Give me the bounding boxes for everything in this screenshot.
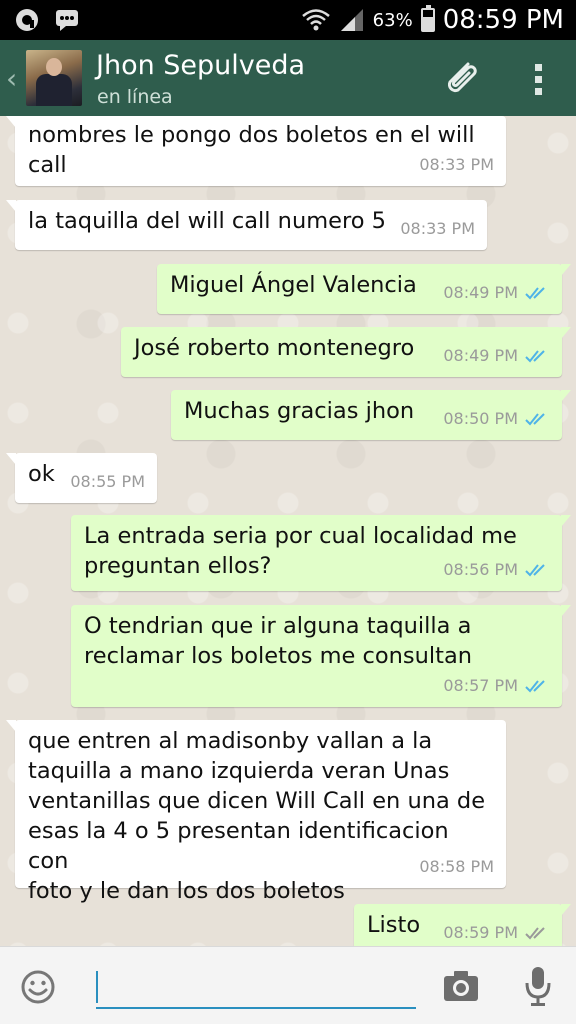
message-outgoing[interactable]: Listo 08:59 PM (354, 904, 571, 946)
message-time: 08:57 PM (443, 676, 518, 695)
battery-icon (420, 5, 435, 32)
chat-header: ‹ Jhon Sepulveda en línea (0, 40, 576, 116)
read-ticks-icon (525, 350, 545, 363)
overflow-menu-button[interactable] (520, 54, 556, 104)
message-time: 08:56 PM (443, 560, 518, 579)
smiley-icon (21, 970, 55, 1004)
wifi-icon (301, 9, 330, 31)
message-input[interactable] (96, 965, 416, 1009)
message-time: 08:55 PM (70, 472, 145, 491)
message-text: O tendrian que ir alguna taquilla a recl… (84, 613, 473, 669)
back-chevron-icon[interactable]: ‹ (6, 62, 17, 95)
attach-button[interactable] (436, 54, 486, 104)
message-incoming[interactable]: ok 08:55 PM (6, 453, 157, 503)
status-bar: 63% 08:59 PM (0, 0, 576, 40)
message-outgoing[interactable]: Muchas gracias jhon 08:50 PM (171, 390, 571, 440)
app-notification-icon (16, 9, 38, 31)
read-ticks-icon (525, 680, 545, 693)
microphone-button[interactable] (523, 965, 553, 1007)
message-list[interactable]: nombres le pongo dos boletos en el will … (0, 116, 576, 946)
avatar[interactable] (26, 50, 82, 106)
message-time: 08:58 PM (419, 857, 494, 876)
microphone-icon (525, 967, 551, 1006)
chat-notification-icon (56, 10, 78, 31)
battery-percent: 63% (372, 9, 413, 31)
message-time: 08:33 PM (400, 219, 475, 238)
paperclip-icon (447, 62, 477, 93)
status-time: 08:59 PM (442, 5, 564, 35)
message-incoming[interactable]: que entren al madisonby vallan a la taqu… (6, 720, 506, 904)
message-incoming[interactable]: nombres le pongo dos boletos en el will … (6, 116, 506, 186)
message-outgoing[interactable]: La entrada seria por cual localidad me p… (71, 515, 571, 591)
message-incoming[interactable]: la taquilla del will call numero 5 08:33… (6, 200, 487, 250)
camera-icon (444, 971, 478, 1001)
message-outgoing[interactable]: Miguel Ángel Valencia 08:49 PM (157, 264, 571, 314)
delivered-ticks-icon (525, 927, 545, 940)
message-time: 08:49 PM (443, 283, 518, 302)
read-ticks-icon (525, 564, 545, 577)
compose-bar (0, 946, 576, 1024)
message-outgoing[interactable]: José roberto montenegro 08:49 PM (121, 327, 571, 377)
emoji-button[interactable] (20, 969, 56, 1005)
message-time: 08:49 PM (443, 346, 518, 365)
signal-icon (340, 9, 363, 31)
read-ticks-icon (525, 287, 545, 300)
contact-status: en línea (97, 86, 173, 108)
contact-name[interactable]: Jhon Sepulveda (96, 50, 305, 81)
message-time: 08:59 PM (443, 923, 518, 942)
message-outgoing[interactable]: O tendrian que ir alguna taquilla a recl… (71, 605, 571, 707)
camera-button[interactable] (442, 969, 480, 1003)
message-time: 08:50 PM (443, 409, 518, 428)
message-time: 08:33 PM (419, 155, 494, 174)
read-ticks-icon (525, 413, 545, 426)
